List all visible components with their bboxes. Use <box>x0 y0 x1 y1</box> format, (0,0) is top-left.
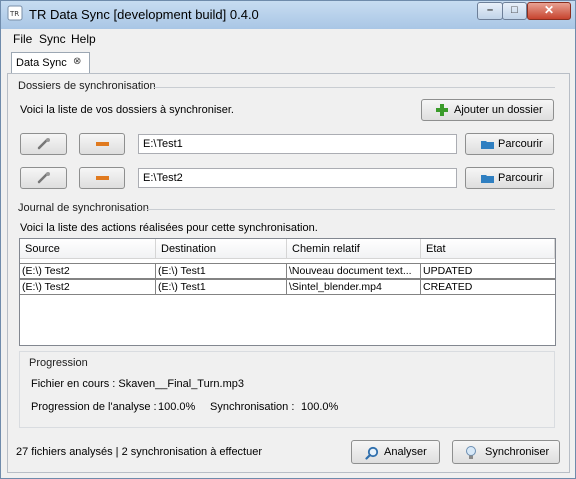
svg-text:TR: TR <box>9 10 19 18</box>
cell-destination: (E:\) Test1 <box>158 265 206 277</box>
journal-group-title: Journal de synchronisation <box>18 202 149 214</box>
wrench-icon <box>37 138 50 150</box>
add-folder-label: Ajouter un dossier <box>454 104 543 116</box>
remove-icon <box>96 176 109 180</box>
folder-path-1: E:\Test1 <box>143 138 183 150</box>
maximize-button[interactable]: □ <box>502 2 527 20</box>
sync-progress-label: Synchronisation : <box>210 401 295 413</box>
table-row[interactable]: (E:\) Test2 (E:\) Test1 \Nouveau documen… <box>20 263 555 279</box>
menu-file[interactable]: File <box>13 32 32 46</box>
column-header-source[interactable]: Source <box>20 239 156 259</box>
add-icon <box>436 104 448 116</box>
folders-description: Voici la liste de vos dossiers à synchro… <box>20 104 234 116</box>
table-row[interactable]: (E:\) Test2 (E:\) Test1 \Sintel_blender.… <box>20 279 555 295</box>
folders-group-title: Dossiers de synchronisation <box>18 80 156 92</box>
sync-progress-value: 100.0% <box>301 401 339 413</box>
cell-status: CREATED <box>423 281 473 293</box>
analysis-progress-value: 100.0% <box>158 401 196 413</box>
window-title: TR Data Sync [development build] 0.4.0 <box>29 7 259 22</box>
magnifier-icon <box>365 446 379 460</box>
folder-path-2: E:\Test2 <box>143 172 183 184</box>
synchronize-label: Synchroniser <box>485 446 550 458</box>
browse-button-2[interactable]: Parcourir <box>465 167 554 189</box>
analyze-label: Analyser <box>384 446 427 458</box>
group-divider <box>154 87 555 88</box>
browse-label-1: Parcourir <box>498 138 543 150</box>
edit-folder-button-2[interactable] <box>20 167 67 189</box>
column-header-destination[interactable]: Destination <box>156 239 287 259</box>
browse-label-2: Parcourir <box>498 172 543 184</box>
tab-label: Data Sync <box>16 57 67 69</box>
remove-folder-button-1[interactable] <box>79 133 125 155</box>
analysis-progress-label: Progression de l'analyse : <box>31 401 157 413</box>
menu-sync[interactable]: Sync <box>39 32 66 46</box>
current-file-label: Fichier en cours : Skaven__Final_Turn.mp… <box>31 378 244 390</box>
cell-relative-path: \Sintel_blender.mp4 <box>289 281 382 293</box>
maximize-icon: □ <box>511 4 518 16</box>
group-divider <box>147 209 555 210</box>
tab-close-icon[interactable]: ⊗ <box>73 56 81 67</box>
status-summary: 27 fichiers analysés | 2 synchronisation… <box>16 446 263 458</box>
wrench-icon <box>37 172 50 184</box>
menu-bar: File Sync Help <box>1 29 575 48</box>
folder-icon <box>481 141 494 149</box>
cell-status: UPDATED <box>423 265 473 277</box>
add-folder-button[interactable]: Ajouter un dossier <box>421 99 554 121</box>
journal-table[interactable]: Source Destination Chemin relatif Etat (… <box>19 238 556 346</box>
app-logo-icon: TR <box>7 5 23 21</box>
cell-source: (E:\) Test2 <box>22 281 70 293</box>
cell-relative-path: \Nouveau document text... <box>289 265 412 277</box>
browse-button-1[interactable]: Parcourir <box>465 133 554 155</box>
progress-group-title: Progression <box>29 357 88 369</box>
minimize-button[interactable]: – <box>477 2 503 20</box>
synchronize-button[interactable]: Synchroniser <box>452 440 560 464</box>
menu-help[interactable]: Help <box>71 32 96 46</box>
cell-destination: (E:\) Test1 <box>158 281 206 293</box>
column-header-status[interactable]: Etat <box>421 239 555 259</box>
cell-source: (E:\) Test2 <box>22 265 70 277</box>
bulb-icon <box>466 446 476 459</box>
tab-data-sync[interactable]: Data Sync ⊗ <box>11 52 90 74</box>
journal-description: Voici la liste des actions réalisées pou… <box>20 222 318 234</box>
minimize-icon: – <box>486 4 494 16</box>
analyze-button[interactable]: Analyser <box>351 440 440 464</box>
folder-icon <box>481 175 494 183</box>
title-bar[interactable]: TR TR Data Sync [development build] 0.4.… <box>1 1 575 29</box>
edit-folder-button-1[interactable] <box>20 133 67 155</box>
folder-path-input-1[interactable]: E:\Test1 <box>138 134 457 154</box>
folder-path-input-2[interactable]: E:\Test2 <box>138 168 457 188</box>
app-window: TR TR Data Sync [development build] 0.4.… <box>0 0 576 479</box>
close-icon: ✕ <box>543 3 555 17</box>
close-button[interactable]: ✕ <box>527 2 571 20</box>
remove-folder-button-2[interactable] <box>79 167 125 189</box>
column-header-relative-path[interactable]: Chemin relatif <box>287 239 421 259</box>
remove-icon <box>96 142 109 146</box>
